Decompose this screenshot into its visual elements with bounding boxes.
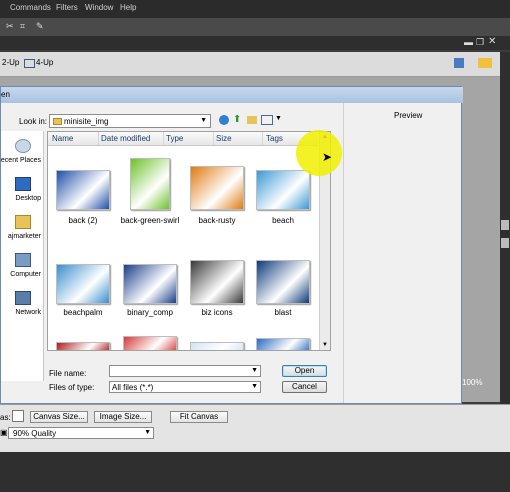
zoom-level[interactable]: 100% bbox=[462, 378, 482, 387]
preview-pane: Preview bbox=[343, 103, 462, 403]
panel-dock bbox=[0, 452, 510, 492]
mouse-pointer-icon: ➤ bbox=[322, 150, 333, 164]
view-bar: 2-Up 4-Up bbox=[0, 52, 510, 77]
look-in-dropdown[interactable]: minisite_img ▼ bbox=[49, 114, 211, 128]
file-thumbnail[interactable] bbox=[190, 166, 244, 210]
column-tags[interactable]: Tags bbox=[266, 134, 283, 143]
dialog-title: en bbox=[1, 90, 10, 99]
document-titlebar: ▬ ❐ ✕ bbox=[0, 36, 510, 50]
recent-places-icon bbox=[15, 139, 31, 153]
computer-icon bbox=[15, 253, 31, 267]
place-computer[interactable]: Computer bbox=[1, 253, 43, 283]
chevron-down-icon: ▼ bbox=[251, 383, 258, 390]
desktop-icon bbox=[15, 177, 31, 191]
menu-filters[interactable]: Filters bbox=[56, 3, 78, 12]
right-panel-edge bbox=[500, 52, 510, 452]
chevron-down-icon: ▼ bbox=[200, 117, 207, 124]
optimize-icon: ▣ bbox=[0, 428, 8, 437]
file-thumbnail[interactable] bbox=[56, 170, 110, 210]
file-thumbnail[interactable] bbox=[56, 342, 110, 350]
file-thumbnail[interactable] bbox=[123, 264, 177, 304]
file-thumbnail[interactable] bbox=[123, 336, 177, 350]
new-folder-icon[interactable] bbox=[247, 116, 257, 124]
toolbar: ✂ ⌗ ✎ bbox=[0, 18, 510, 36]
fit-canvas-button[interactable]: Fit Canvas bbox=[170, 411, 228, 423]
restore-icon[interactable]: ❐ bbox=[476, 37, 484, 48]
canvas-color-swatch[interactable] bbox=[12, 410, 24, 422]
preview-label: Preview bbox=[394, 111, 423, 120]
column-header-row: Name Date modified Type Size Tags bbox=[48, 132, 318, 146]
file-thumbnail[interactable] bbox=[56, 264, 110, 304]
file-name-input[interactable]: ▼ bbox=[109, 365, 261, 377]
column-type[interactable]: Type bbox=[166, 134, 183, 143]
canvas-label: as: bbox=[0, 413, 11, 422]
place-label: ecent Places bbox=[0, 157, 41, 164]
place-recent-places[interactable]: ecent Places bbox=[1, 139, 43, 169]
look-in-value: minisite_img bbox=[64, 117, 109, 126]
warning-icon[interactable] bbox=[478, 58, 492, 68]
scissors-icon[interactable]: ✂ bbox=[6, 21, 14, 32]
four-up-icon bbox=[24, 59, 35, 68]
place-label: Computer bbox=[10, 271, 41, 278]
edit-icon[interactable]: ✎ bbox=[36, 21, 44, 32]
file-thumbnail[interactable] bbox=[256, 338, 310, 350]
place-network[interactable]: Network bbox=[1, 291, 43, 321]
file-list[interactable]: Name Date modified Type Size Tags back (… bbox=[47, 131, 331, 351]
file-thumbnail[interactable] bbox=[190, 342, 244, 350]
open-button[interactable]: Open bbox=[282, 365, 327, 377]
column-date-modified[interactable]: Date modified bbox=[101, 134, 150, 143]
place-label: Network bbox=[15, 309, 41, 316]
close-icon[interactable]: ✕ bbox=[488, 36, 496, 47]
minimize-icon[interactable]: ▬ bbox=[464, 37, 473, 47]
files-of-type-label: Files of type: bbox=[49, 383, 95, 392]
file-thumbnail[interactable] bbox=[130, 158, 170, 210]
canvas-size-button[interactable]: Canvas Size... bbox=[30, 411, 88, 423]
chevron-down-icon[interactable]: ▼ bbox=[275, 115, 282, 122]
look-in-label: Look in: bbox=[19, 117, 48, 126]
files-of-type-value: All files (*.*) bbox=[112, 383, 154, 392]
chevron-down-icon[interactable]: ▼ bbox=[251, 367, 258, 374]
cursor-highlight: ➤ bbox=[296, 130, 342, 176]
up-folder-icon[interactable]: ⬆ bbox=[233, 114, 241, 125]
place-desktop[interactable]: Desktop bbox=[1, 177, 43, 207]
properties-panel: as: Canvas Size... Image Size... Fit Can… bbox=[0, 404, 510, 453]
column-size[interactable]: Size bbox=[216, 134, 232, 143]
two-up-button[interactable]: 2-Up bbox=[2, 58, 19, 67]
user-folder-icon bbox=[15, 215, 31, 229]
dialog-titlebar: en bbox=[1, 87, 463, 103]
folder-icon bbox=[53, 118, 62, 125]
menu-help[interactable]: Help bbox=[120, 3, 136, 12]
four-up-button[interactable]: 4-Up bbox=[36, 58, 53, 67]
menu-window[interactable]: Window bbox=[85, 3, 113, 12]
image-size-button[interactable]: Image Size... bbox=[94, 411, 152, 423]
quality-value: 90% Quality bbox=[13, 429, 57, 438]
menu-commands[interactable]: Commands bbox=[10, 3, 51, 12]
place-label: ajmarketer bbox=[7, 233, 41, 240]
file-label[interactable]: blast bbox=[243, 308, 323, 317]
quality-dropdown[interactable]: 90% Quality ▼ bbox=[8, 427, 154, 439]
file-name-label: File name: bbox=[49, 369, 87, 378]
panel-handle[interactable] bbox=[501, 238, 509, 248]
file-label[interactable]: beach bbox=[243, 216, 323, 225]
file-thumbnail[interactable] bbox=[190, 260, 244, 304]
open-file-dialog: en Look in: minisite_img ▼ ⬆ ▼ ecent Pla… bbox=[0, 86, 463, 404]
panel-handle[interactable] bbox=[501, 220, 509, 230]
scroll-down-icon[interactable]: ▼ bbox=[322, 342, 328, 348]
files-of-type-dropdown[interactable]: All files (*.*) ▼ bbox=[109, 381, 261, 393]
place-label: Desktop bbox=[15, 195, 41, 202]
place-user[interactable]: ajmarketer bbox=[1, 215, 43, 245]
network-icon bbox=[15, 291, 31, 305]
file-thumbnail[interactable] bbox=[256, 260, 310, 304]
views-menu-icon[interactable] bbox=[261, 115, 273, 125]
column-name[interactable]: Name bbox=[52, 134, 73, 143]
back-icon[interactable] bbox=[219, 115, 229, 125]
chevron-down-icon: ▼ bbox=[144, 429, 151, 436]
places-bar: ecent Places Desktop ajmarketer Computer… bbox=[1, 131, 44, 381]
cancel-button[interactable]: Cancel bbox=[282, 381, 327, 393]
menubar: Commands Filters Window Help bbox=[0, 0, 510, 18]
crop-icon[interactable]: ⌗ bbox=[20, 21, 25, 32]
file-thumbnail[interactable] bbox=[256, 170, 310, 210]
preview-icon[interactable] bbox=[454, 58, 464, 68]
